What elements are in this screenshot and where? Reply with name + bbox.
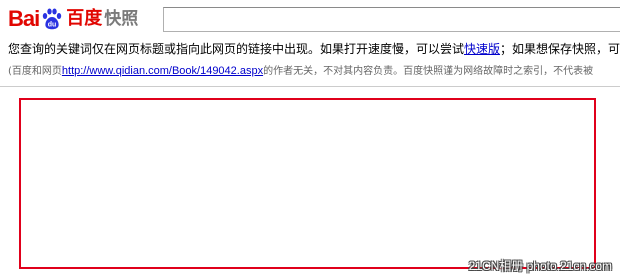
watermark-text: 21CN相册 photo.21cn.com [468, 259, 612, 273]
logo-du-text: du [48, 22, 57, 29]
logo-bai-text: Bai [8, 6, 40, 31]
disclaimer-suffix: 的作者无关，不对其内容负责。百度快照谨为网络故障时之索引，不代表被 [263, 66, 594, 77]
baidu-snapshot-logo[interactable]: Bai du 百度 快照 [8, 5, 138, 33]
header-divider [0, 86, 620, 87]
logo-snapshot-text: 快照 [104, 8, 139, 29]
snapshot-content-area [19, 98, 596, 269]
header: Bai du 百度 快照 [0, 0, 620, 36]
paw-icon: du [43, 8, 62, 30]
search-input[interactable] [163, 7, 620, 32]
notice-text: 您查询的关键词仅在网页标题或指向此网页的链接中出现。如果打开速度慢，可以尝试 [8, 42, 465, 56]
logo-chinese-text: 百度 [66, 8, 103, 29]
notice-text-after: ；如果想保存快照，可 [500, 42, 620, 56]
snapshot-disclaimer: (百度和网页http://www.qidian.com/Book/149042.… [8, 63, 620, 80]
fast-version-link[interactable]: 快速版 [464, 42, 500, 56]
snapshot-notice: 您查询的关键词仅在网页标题或指向此网页的链接中出现。如果打开速度慢，可以尝试快速… [8, 41, 620, 58]
source-url-link[interactable]: http://www.qidian.com/Book/149042.aspx [62, 65, 263, 77]
disclaimer-prefix: (百度和网页 [8, 66, 62, 77]
